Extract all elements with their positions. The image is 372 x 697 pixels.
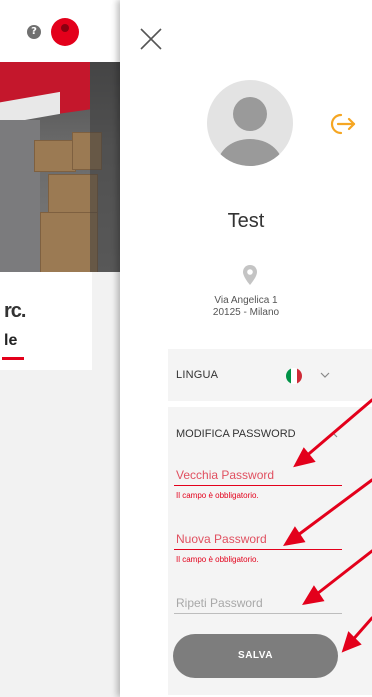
brand-icon[interactable] <box>51 18 79 46</box>
profile-drawer: Test Via Angelica 1 20125 - Milano LINGU… <box>120 0 372 697</box>
repeat-password-field[interactable] <box>174 593 342 614</box>
logout-icon[interactable] <box>327 112 357 136</box>
location-pin-icon <box>243 265 257 285</box>
hero-box <box>34 140 76 172</box>
hero-shadow <box>90 62 120 272</box>
old-password-field[interactable] <box>174 465 342 486</box>
help-icon[interactable]: ? <box>27 25 41 39</box>
change-password-section: MODIFICA PASSWORD Il campo è obbligatori… <box>168 407 372 695</box>
avatar[interactable] <box>207 80 293 166</box>
change-password-title: MODIFICA PASSWORD <box>176 428 296 440</box>
close-icon[interactable] <box>138 26 164 52</box>
new-password-field[interactable] <box>174 529 342 550</box>
italy-flag-icon <box>286 368 302 384</box>
background-subtitle: le <box>4 332 18 349</box>
language-label: LINGUA <box>176 369 219 381</box>
address-line-2: 20125 - Milano <box>212 307 280 318</box>
brand-icon-dot <box>61 24 69 32</box>
save-button[interactable]: SALVA <box>173 634 338 678</box>
background-page: ? rc. le <box>0 0 120 697</box>
user-name: Test <box>227 210 265 232</box>
address-line-1: Via Angelica 1 <box>214 295 278 306</box>
chevron-up-icon[interactable] <box>326 429 340 441</box>
background-logo-text: rc. <box>4 300 26 322</box>
background-card: rc. le <box>0 272 92 370</box>
language-selector[interactable]: LINGUA <box>168 349 372 401</box>
new-password-error: Il campo è obbligatorio. <box>176 555 259 564</box>
background-header: ? <box>0 0 120 62</box>
chevron-down-icon[interactable] <box>318 369 332 381</box>
avatar-icon <box>218 97 282 166</box>
hero-image <box>0 62 120 272</box>
flag-stripe-red <box>296 368 302 384</box>
background-underline <box>2 357 24 360</box>
old-password-error: Il campo è obbligatorio. <box>176 491 259 500</box>
